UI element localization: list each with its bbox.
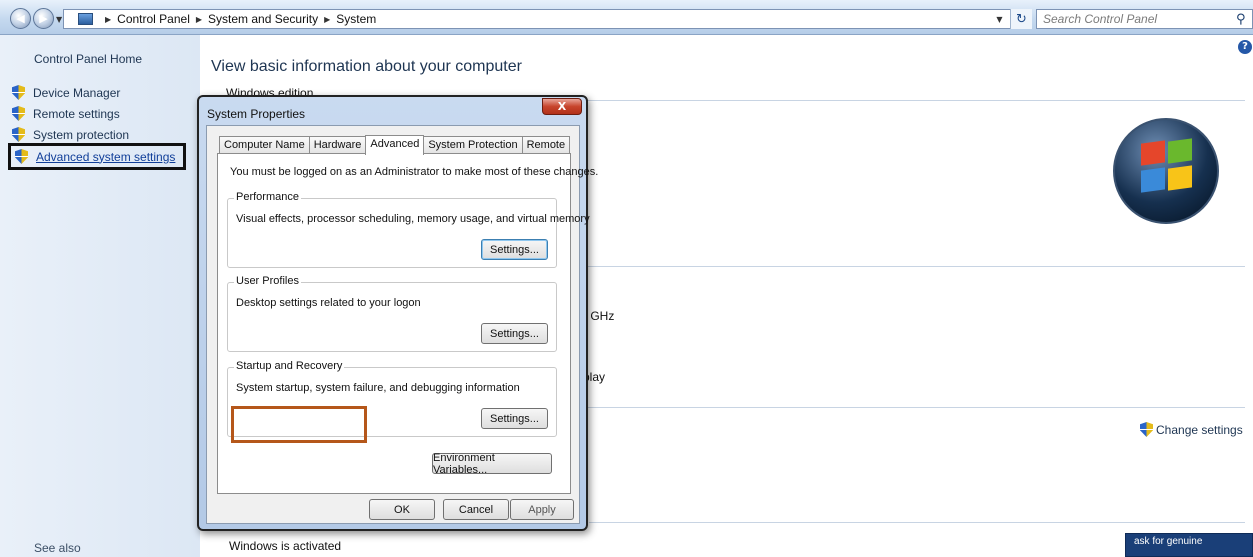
group-description: System startup, system failure, and debu…	[236, 382, 520, 394]
user-profiles-group: User Profiles Desktop settings related t…	[227, 275, 557, 352]
performance-settings-button[interactable]: Settings...	[481, 239, 548, 260]
change-settings-label: Change settings	[1156, 422, 1243, 437]
ok-button[interactable]: OK	[369, 499, 435, 520]
tab-hardware[interactable]: Hardware	[308, 136, 367, 154]
cancel-button[interactable]: Cancel	[443, 499, 509, 520]
section-divider	[580, 266, 1245, 267]
nav-item-label: Device Manager	[33, 85, 121, 100]
apply-button[interactable]: Apply	[510, 499, 574, 520]
environment-variables-button[interactable]: Environment Variables...	[432, 452, 552, 476]
group-legend: User Profiles	[234, 275, 301, 287]
environment-variables-highlight	[231, 406, 367, 443]
activation-status: Windows is activated	[229, 539, 342, 553]
recent-pages-dropdown[interactable]: ▼	[56, 15, 62, 24]
address-bar[interactable]: ▶ Control Panel ▶ System and Security ▶ …	[63, 9, 1031, 29]
computer-icon	[78, 13, 93, 25]
breadcrumb-system[interactable]: System	[336, 12, 376, 26]
tab-remote[interactable]: Remote	[521, 136, 571, 154]
group-description: Desktop settings related to your logon	[236, 297, 421, 309]
uac-shield-icon	[12, 127, 25, 142]
section-divider	[580, 100, 1245, 101]
search-box[interactable]: Search Control Panel ⚲	[1036, 9, 1253, 29]
section-divider	[589, 522, 1245, 523]
back-button[interactable]: ◀	[10, 8, 31, 29]
search-icon[interactable]: ⚲	[1236, 12, 1252, 27]
dialog-body: Computer Name Hardware Advanced System P…	[206, 125, 598, 524]
nav-item-remote-settings[interactable]: Remote settings	[12, 106, 120, 121]
uac-shield-icon	[12, 106, 25, 121]
address-history-dropdown[interactable]: ▼	[991, 9, 1008, 29]
nav-item-label: Advanced system settings	[36, 149, 176, 164]
tab-computer-name[interactable]: Computer Name	[219, 136, 310, 154]
genuine-badge[interactable]: ask for genuine	[1125, 533, 1253, 557]
refresh-icon: ↻	[1016, 11, 1027, 27]
search-input[interactable]: Search Control Panel	[1043, 12, 1236, 26]
dialog-title: System Properties	[207, 107, 306, 121]
system-properties-dialog: System Properties X Computer Name Hardwa…	[197, 95, 598, 531]
nav-item-system-protection[interactable]: System protection	[12, 127, 129, 142]
group-legend: Startup and Recovery	[234, 360, 345, 372]
windows-logo-icon	[1113, 118, 1219, 224]
forward-arrow-icon: ▶	[39, 12, 48, 25]
breadcrumb-separator-icon[interactable]: ▶	[196, 15, 202, 24]
group-description: Visual effects, processor scheduling, me…	[236, 213, 590, 225]
help-icon[interactable]: ?	[1238, 40, 1252, 54]
page-title: View basic information about your comput…	[211, 58, 522, 75]
tab-system-protection[interactable]: System Protection	[423, 136, 523, 154]
breadcrumb-separator-icon[interactable]: ▶	[105, 15, 111, 24]
close-icon: X	[557, 100, 567, 113]
tab-advanced[interactable]: Advanced	[365, 135, 425, 155]
nav-item-advanced-system-settings[interactable]: Advanced system settings	[8, 143, 187, 170]
left-navigation-pane: Control Panel Home Device Manager Remote…	[0, 35, 200, 557]
uac-shield-icon	[15, 149, 28, 164]
startup-recovery-settings-button[interactable]: Settings...	[481, 408, 548, 429]
performance-group: Performance Visual effects, processor sc…	[227, 191, 590, 268]
user-profiles-settings-button[interactable]: Settings...	[481, 323, 548, 344]
forward-button[interactable]: ▶	[33, 8, 54, 29]
address-toolbar: ◀ ▶ ▼ ▶ Control Panel ▶ System and Secur…	[0, 0, 1253, 35]
group-legend: Performance	[234, 191, 301, 203]
control-panel-home-link[interactable]: Control Panel Home	[34, 52, 142, 66]
refresh-button[interactable]: ↻	[1010, 9, 1032, 29]
back-arrow-icon: ◀	[16, 12, 25, 25]
section-divider	[580, 407, 1245, 408]
see-also-heading: See also	[34, 541, 81, 555]
nav-item-device-manager[interactable]: Device Manager	[12, 85, 120, 100]
breadcrumb-system-and-security[interactable]: System and Security	[208, 12, 318, 26]
close-button[interactable]: X	[542, 98, 582, 115]
uac-shield-icon	[1140, 422, 1153, 437]
change-settings-link[interactable]: Change settings	[1140, 422, 1243, 437]
administrator-note: You must be logged on as an Administrato…	[230, 166, 599, 178]
breadcrumb-separator-icon[interactable]: ▶	[324, 15, 330, 24]
uac-shield-icon	[12, 85, 25, 100]
nav-item-label: System protection	[33, 127, 130, 142]
breadcrumb-control-panel[interactable]: Control Panel	[117, 12, 190, 26]
nav-item-label: Remote settings	[33, 106, 120, 121]
tab-strip: Computer Name Hardware Advanced System P…	[219, 134, 571, 155]
